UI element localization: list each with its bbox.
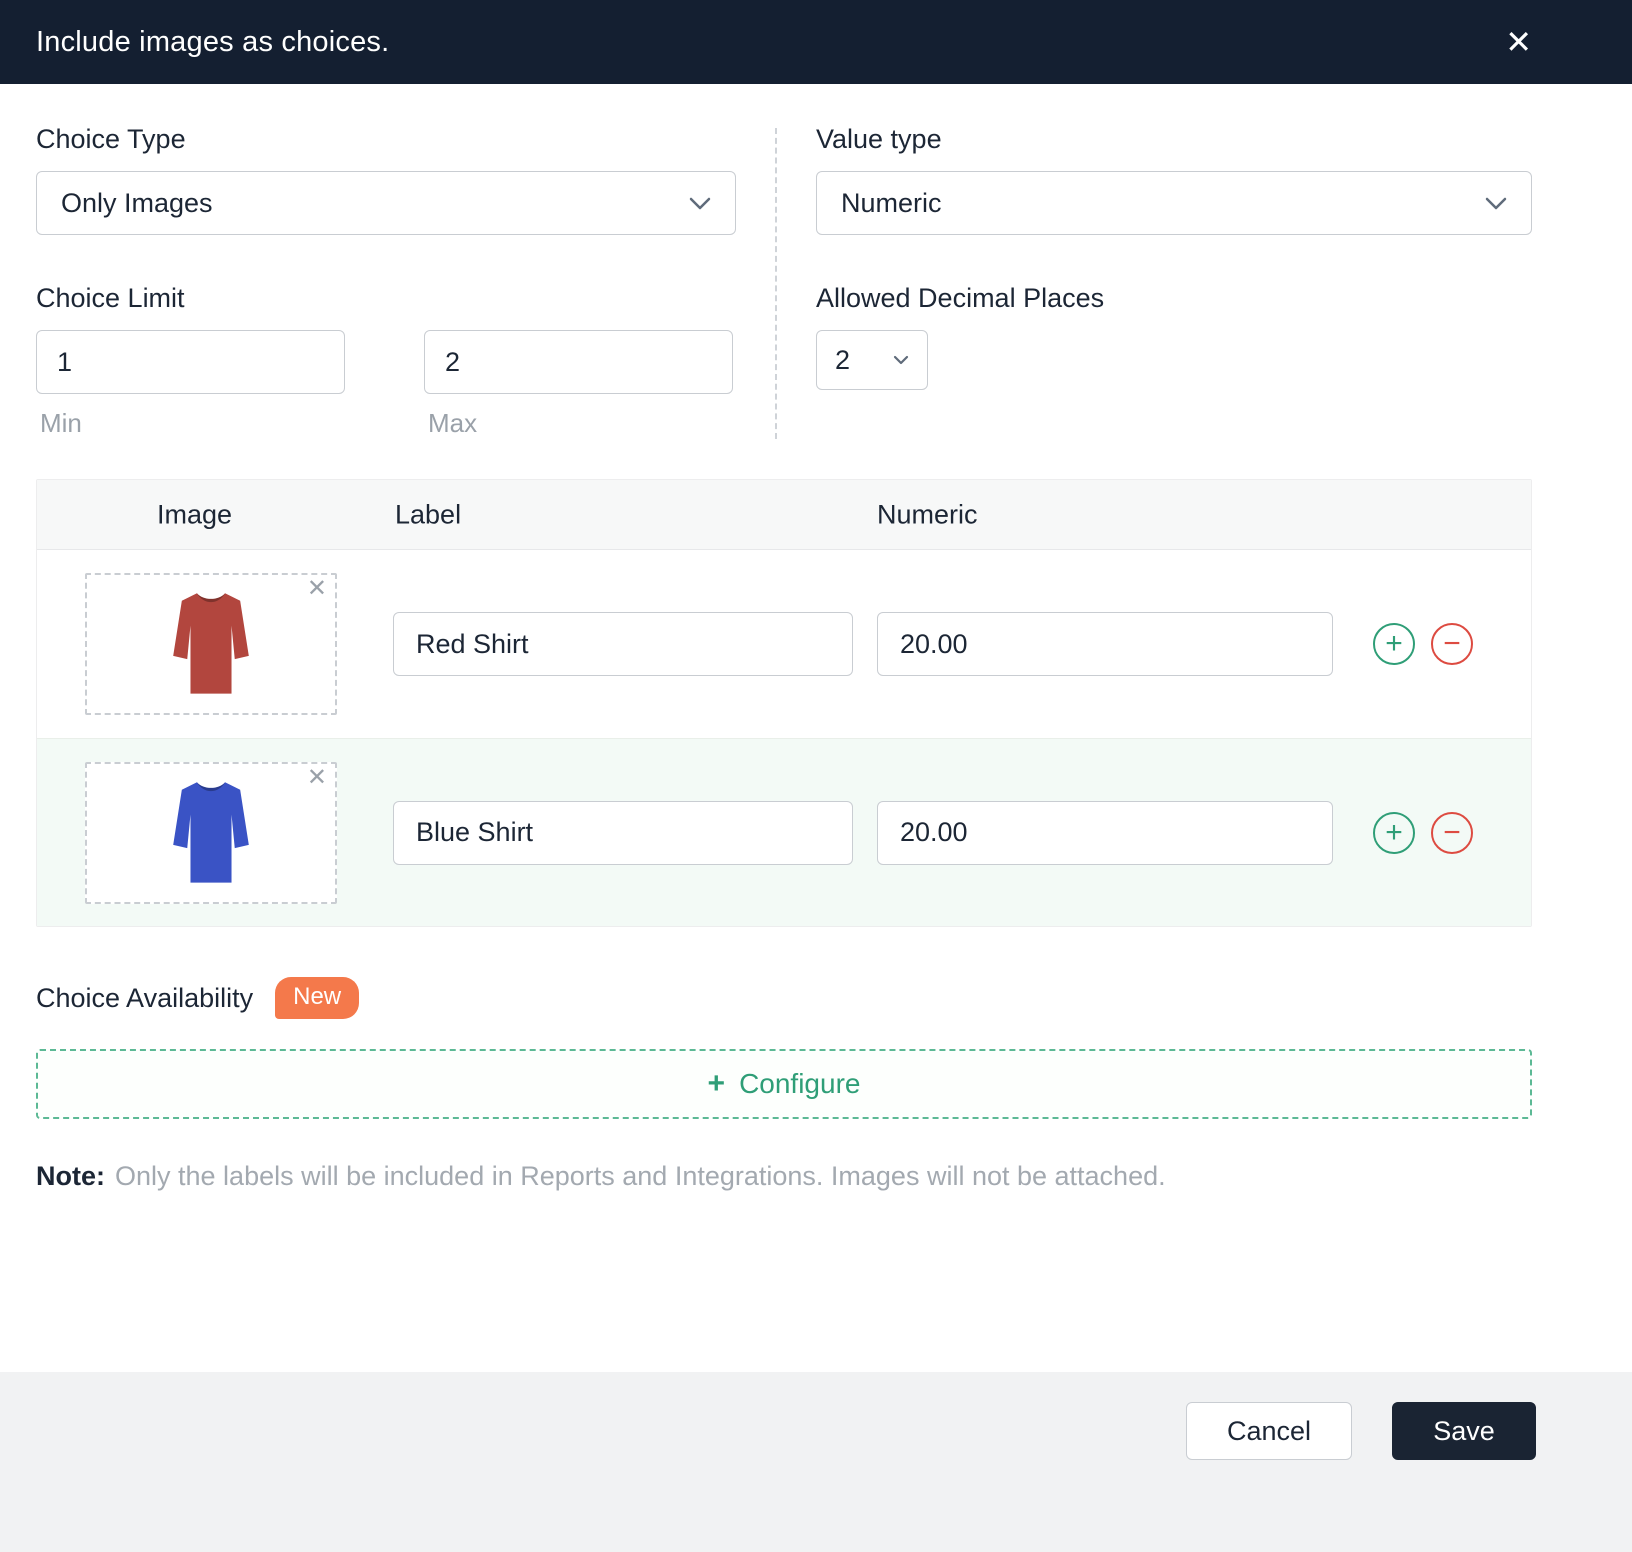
new-badge: New <box>275 977 360 1019</box>
vertical-divider <box>775 128 777 439</box>
choice-type-select[interactable]: Only Images <box>36 171 736 235</box>
note-body: Only the labels will be included in Repo… <box>115 1161 1166 1191</box>
table-header: Image Label Numeric <box>37 480 1531 550</box>
image-choices-modal: Include images as choices. ✕ Choice Type… <box>0 0 1632 1552</box>
max-caption: Max <box>428 408 478 438</box>
remove-image-icon[interactable]: ✕ <box>307 577 327 601</box>
choice-limit-label: Choice Limit <box>36 283 185 313</box>
chevron-down-icon <box>893 355 909 365</box>
column-header-image: Image <box>157 499 233 529</box>
value-type-value: Numeric <box>841 187 942 218</box>
cancel-button[interactable]: Cancel <box>1186 1402 1352 1460</box>
min-caption: Min <box>40 408 82 438</box>
choice-label-input[interactable] <box>393 612 853 676</box>
configure-button[interactable]: + Configure <box>36 1049 1532 1119</box>
column-header-label: Label <box>395 499 462 529</box>
plus-icon: + <box>707 1067 726 1100</box>
modal-footer: Cancel Save <box>0 1372 1632 1552</box>
choice-numeric-input[interactable] <box>877 612 1333 676</box>
choice-image-dropzone[interactable]: ✕ <box>85 761 337 904</box>
blue-shirt-image <box>173 781 249 883</box>
row-actions: + − <box>1373 623 1473 665</box>
chevron-down-icon <box>689 197 711 210</box>
table-row: ✕ + − <box>37 550 1531 738</box>
choice-image-dropzone[interactable]: ✕ <box>85 573 337 715</box>
modal-body: Choice Type Only Images Choice Limit Min… <box>0 84 1632 1192</box>
modal-title: Include images as choices. <box>36 25 390 58</box>
red-shirt-image <box>173 593 249 694</box>
configure-button-label: Configure <box>739 1068 861 1099</box>
table-row: ✕ + − <box>37 738 1531 926</box>
modal-header: Include images as choices. ✕ <box>0 0 1632 84</box>
add-choice-button[interactable]: + <box>1373 623 1415 665</box>
close-icon[interactable]: ✕ <box>1505 26 1532 58</box>
choice-type-column: Choice Type Only Images Choice Limit Min… <box>36 124 736 439</box>
choice-type-label: Choice Type <box>36 124 186 154</box>
value-type-label: Value type <box>816 124 942 154</box>
column-header-numeric: Numeric <box>877 499 978 529</box>
add-choice-button[interactable]: + <box>1373 811 1415 854</box>
value-type-select[interactable]: Numeric <box>816 171 1532 235</box>
top-form-grid: Choice Type Only Images Choice Limit Min… <box>36 124 1532 439</box>
choice-label-input[interactable] <box>393 800 853 865</box>
remove-image-icon[interactable]: ✕ <box>307 765 327 790</box>
choices-table: Image Label Numeric ✕ + − <box>36 479 1532 927</box>
decimal-places-value: 2 <box>835 344 851 375</box>
choice-numeric-input[interactable] <box>877 800 1333 865</box>
decimal-places-label: Allowed Decimal Places <box>816 283 1105 313</box>
choice-limit-min-input[interactable] <box>36 330 345 394</box>
remove-choice-button[interactable]: − <box>1431 623 1473 665</box>
choice-type-value: Only Images <box>61 187 213 218</box>
remove-choice-button[interactable]: − <box>1431 811 1473 854</box>
chevron-down-icon <box>1485 197 1507 210</box>
choice-limit-inputs <box>36 330 736 394</box>
row-actions: + − <box>1373 811 1473 854</box>
choice-availability-section: Choice Availability New <box>36 977 1532 1019</box>
choice-limit-captions: Min Max <box>36 408 736 439</box>
note-text: Note: Only the labels will be included in… <box>36 1161 1532 1192</box>
decimal-places-select[interactable]: 2 <box>816 330 928 390</box>
save-button[interactable]: Save <box>1392 1402 1536 1460</box>
choice-limit-max-input[interactable] <box>424 330 733 394</box>
value-type-column: Value type Numeric Allowed Decimal Place… <box>816 124 1532 439</box>
choice-availability-label: Choice Availability <box>36 982 254 1013</box>
note-prefix: Note: <box>36 1161 105 1191</box>
